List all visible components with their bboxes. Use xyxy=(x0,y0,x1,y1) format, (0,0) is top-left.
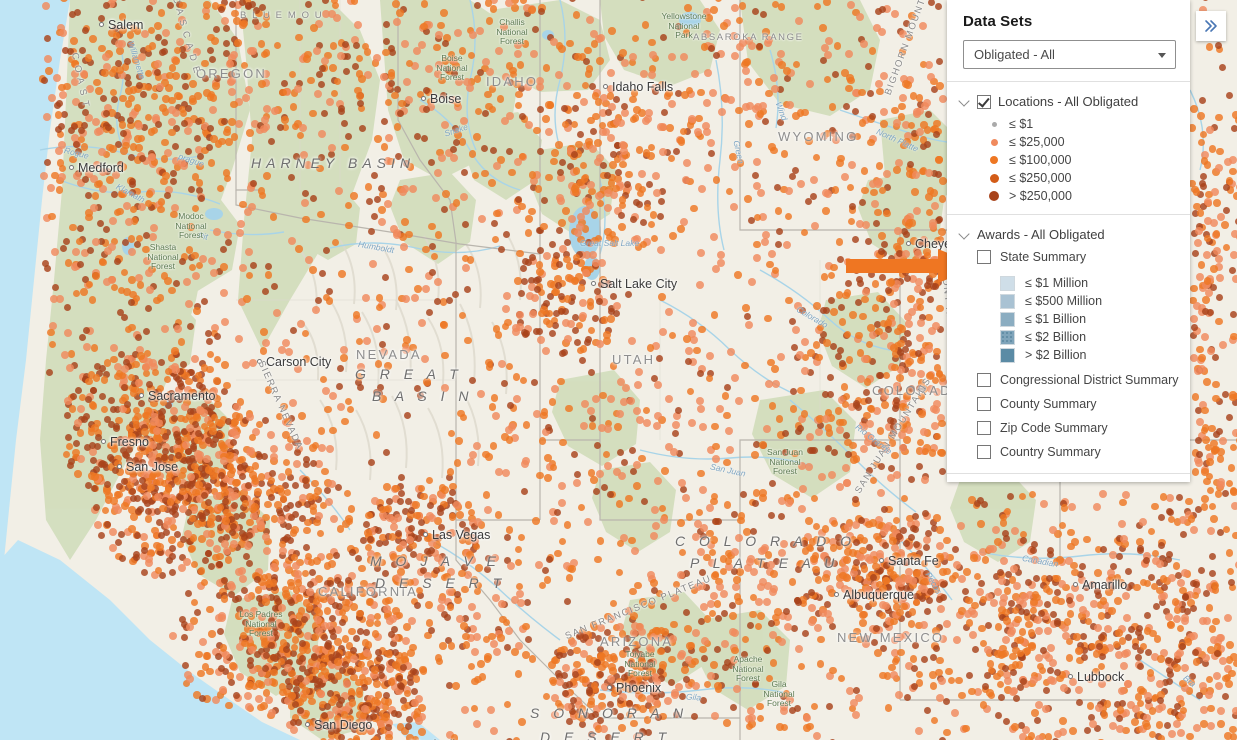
map-application: Salem Boise Idaho Falls Medford Cheyenne Cars… xyxy=(0,0,1237,740)
